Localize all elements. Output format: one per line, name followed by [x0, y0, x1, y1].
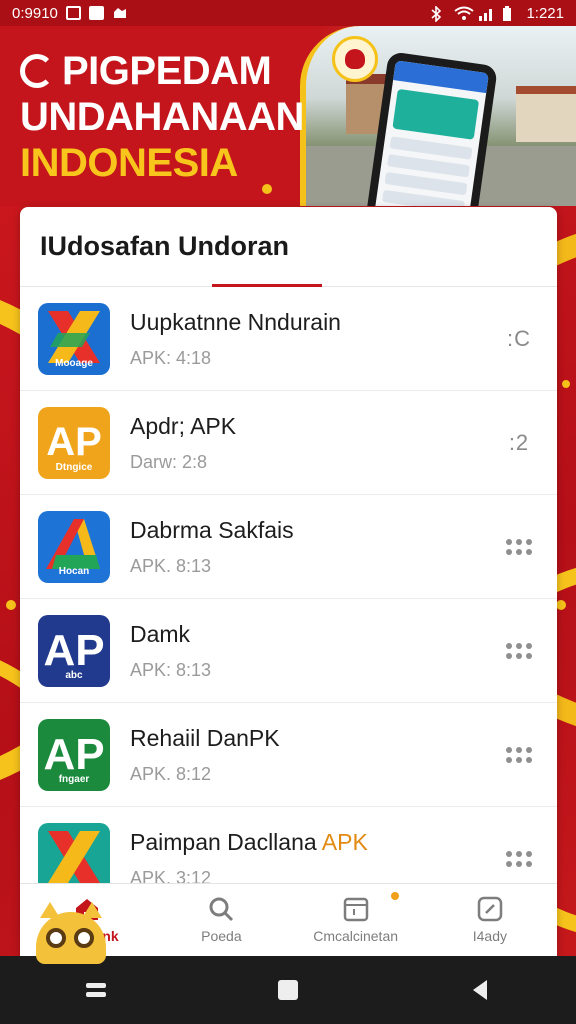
app-icon-orange-ap: AP Dtngice: [38, 406, 110, 479]
nav-history[interactable]: I4ady: [423, 884, 557, 956]
signal-icon: [478, 6, 494, 21]
decor-dot: [6, 600, 16, 610]
app-title: Rehaiil DanPK: [130, 724, 280, 751]
decor-dot: [556, 600, 566, 610]
app-list-card: IUdosafan Undoran Mooage Uupkatnne Nndur…: [20, 207, 557, 956]
more-menu-icon[interactable]: :C: [499, 326, 539, 352]
notification-icon: [65, 6, 81, 20]
list-item[interactable]: AP Dtngice Apdr; APK Darw: 2:8 :2: [20, 391, 557, 495]
nav-history-label: I4ady: [472, 928, 507, 944]
notification-icon: [112, 6, 128, 20]
status-time: 0:9910: [12, 4, 58, 22]
more-menu-icon[interactable]: [499, 850, 539, 867]
system-navigation-bar: [0, 956, 576, 1024]
recents-button[interactable]: [76, 970, 116, 1010]
status-bar: 0:9910 1:221: [0, 0, 576, 26]
app-subtitle: APK. 8:13: [130, 555, 212, 576]
app-title: Damk: [130, 620, 191, 647]
app-title: Apdr; APK: [130, 412, 237, 439]
more-menu-icon[interactable]: [499, 746, 539, 763]
promo-banner[interactable]: PIGPEDAM UNDAHANAAN INDONESIA: [0, 26, 576, 206]
notification-icon: [88, 6, 104, 20]
app-icon-multicolor-x: Mooage: [38, 302, 110, 375]
nav-calendar-label: Cmcalcinetan: [313, 928, 399, 944]
app-list: Mooage Uupkatnne Nndurain APK: 4:18 :C A…: [20, 287, 557, 911]
app-subtitle: APK: 4:18: [130, 347, 212, 368]
home-button[interactable]: [268, 970, 308, 1010]
app-icon-blue-a: Hocan: [38, 510, 110, 583]
banner-title-line2: UNDAHANAAN: [20, 95, 304, 139]
phone-screen-image: [373, 60, 489, 206]
app-title: Dabrma Sakfais: [130, 516, 294, 543]
list-item[interactable]: AP fngaer Rehaiil DanPK APK. 8:12: [20, 703, 557, 807]
search-icon: [207, 896, 235, 922]
app-icon-navy-ap: AP abc: [38, 614, 110, 687]
notification-dot: [390, 892, 399, 900]
brand-logo-icon: [20, 54, 54, 88]
clock-icon: [476, 896, 504, 922]
nav-calendar[interactable]: Cmcalcinetan: [289, 884, 423, 956]
list-item[interactable]: Mooage Uupkatnne Nndurain APK: 4:18 :C: [20, 287, 557, 391]
more-menu-icon[interactable]: [499, 642, 539, 659]
nav-search[interactable]: Poeda: [154, 884, 288, 956]
decor-dot: [562, 380, 570, 388]
section-header: IUdosafan Undoran: [20, 207, 557, 287]
decor-dot: [262, 184, 272, 194]
battery-icon: [502, 6, 518, 21]
banner-title-line1: PIGPEDAM: [62, 49, 272, 93]
more-menu-icon[interactable]: [499, 538, 539, 555]
section-title: IUdosafan Undoran: [40, 231, 290, 261]
list-item[interactable]: Hocan Dabrma Sakfais APK. 8:13: [20, 495, 557, 599]
app-subtitle: Darw: 2:8: [130, 451, 208, 472]
status-clock: 1:221: [526, 4, 564, 22]
app-title: Paimpan Dacllana APK: [130, 828, 368, 855]
banner-title: PIGPEDAM UNDAHANAAN INDONESIA: [20, 48, 310, 186]
wifi-icon: [454, 6, 475, 20]
list-item[interactable]: AP abc Damk APK: 8:13: [20, 599, 557, 703]
app-title: Uupkatnne Nndurain: [130, 308, 341, 335]
bluetooth-icon: [430, 5, 446, 23]
back-button[interactable]: [460, 970, 500, 1010]
apk-tag: APK: [321, 828, 368, 855]
more-menu-icon[interactable]: :2: [499, 430, 539, 456]
emblem-icon: [332, 36, 378, 82]
app-subtitle: APK. 8:12: [130, 763, 212, 784]
app-subtitle: APK: 8:13: [130, 659, 212, 680]
banner-title-line3: INDONESIA: [20, 141, 238, 185]
nav-search-label: Poeda: [201, 928, 242, 944]
building-image: [516, 86, 576, 142]
calendar-icon: [342, 896, 370, 922]
app-icon-green-ap: AP fngaer: [38, 718, 110, 791]
